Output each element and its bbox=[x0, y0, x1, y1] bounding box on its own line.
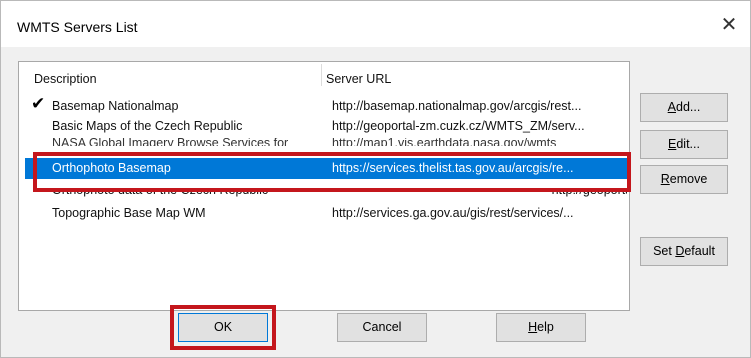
close-icon[interactable]: ✕ bbox=[714, 11, 744, 39]
row-url: http://services.ga.gov.au/gis/rest/servi… bbox=[332, 206, 574, 220]
title-bar: WMTS Servers List ✕ bbox=[1, 1, 750, 47]
checkmark-icon: ✔ bbox=[31, 94, 46, 113]
set-default-button[interactable]: Set Default bbox=[640, 237, 728, 266]
row-url: http://basemap.nationalmap.gov/arcgis/re… bbox=[332, 99, 582, 113]
row-url: http://geoportal-zm.cuzk.cz/WMTS_ZM/serv… bbox=[332, 119, 585, 133]
remove-button[interactable]: Remove bbox=[640, 165, 728, 194]
help-button[interactable]: Help bbox=[496, 313, 586, 342]
row-description: Basemap Nationalmap bbox=[52, 99, 179, 113]
wmts-servers-dialog: WMTS Servers List ✕ Description Server U… bbox=[0, 0, 751, 358]
row-url: http://geoportal.cuzk.cz/WMTS_ORTOFOTO..… bbox=[551, 189, 627, 197]
list-item[interactable]: Orthophoto data of the Czech Republic ht… bbox=[25, 189, 627, 198]
row-description: Orthophoto data of the Czech Republic bbox=[52, 189, 269, 197]
column-separator[interactable] bbox=[321, 64, 322, 86]
cancel-button[interactable]: Cancel bbox=[337, 313, 427, 342]
servers-list[interactable]: Description Server URL ✔ Basemap Nationa… bbox=[18, 61, 630, 311]
edit-button[interactable]: Edit... bbox=[640, 130, 728, 159]
dialog-title: WMTS Servers List bbox=[17, 19, 138, 35]
column-header-description[interactable]: Description bbox=[34, 72, 97, 86]
row-description: NASA Global Imagery Browse Services for bbox=[52, 138, 289, 146]
column-header-server-url[interactable]: Server URL bbox=[326, 72, 391, 86]
row-description: Orthophoto Basemap bbox=[52, 161, 171, 175]
list-item[interactable]: ✔ Basemap Nationalmap http://basemap.nat… bbox=[25, 94, 627, 115]
row-url: https://services.thelist.tas.gov.au/arcg… bbox=[332, 161, 574, 175]
list-item[interactable]: Topographic Base Map WM http://services.… bbox=[25, 204, 627, 222]
list-item[interactable]: Basic Maps of the Czech Republic http://… bbox=[25, 117, 627, 135]
row-description: Topographic Base Map WM bbox=[52, 206, 206, 220]
list-header: Description Server URL bbox=[19, 62, 629, 88]
list-item[interactable]: NASA Global Imagery Browse Services for … bbox=[25, 138, 627, 146]
list-item-selected[interactable]: Orthophoto Basemap https://services.thel… bbox=[25, 158, 627, 179]
row-url: http://map1.vis.earthdata.nasa.gov/wmts bbox=[332, 138, 557, 146]
ok-button[interactable]: OK bbox=[178, 313, 268, 342]
row-description: Basic Maps of the Czech Republic bbox=[52, 119, 243, 133]
add-button[interactable]: Add... bbox=[640, 93, 728, 122]
